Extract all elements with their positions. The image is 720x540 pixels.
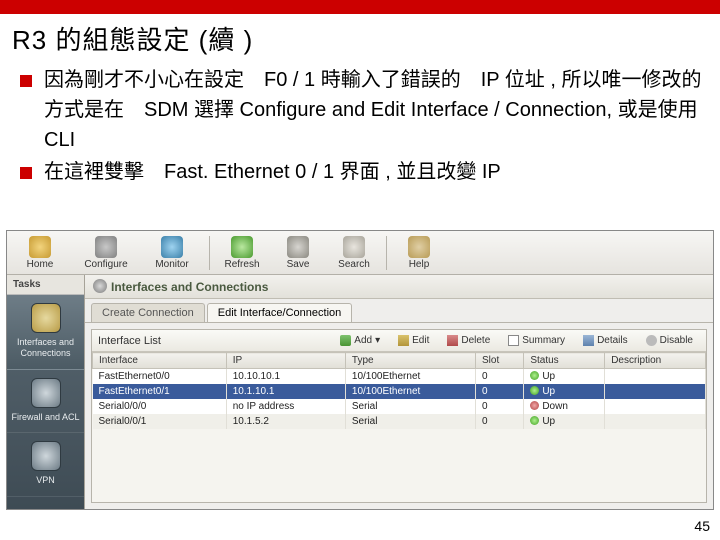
cell-desc: [605, 384, 706, 399]
cell-ip: 10.1.5.2: [226, 414, 345, 429]
interfaces-icon: [31, 303, 61, 333]
bullet-list: 因為剛才不小心在設定 F0 / 1 時輸入了錯誤的 IP 位址 , 所以唯一修改…: [18, 65, 708, 187]
main-toolbar: Home Configure Monitor Refresh Save Sear…: [7, 231, 713, 275]
cell-ip: 10.1.10.1: [226, 384, 345, 399]
add-button[interactable]: Add ▾: [333, 333, 387, 348]
cell-desc: [605, 414, 706, 429]
home-icon: [29, 236, 51, 258]
refresh-button[interactable]: Refresh: [216, 234, 268, 272]
panel-title: Interfaces and Connections: [85, 275, 713, 299]
cell-type: Serial: [345, 414, 475, 429]
slide-title: R3 的組態設定 (續 ): [12, 20, 708, 57]
bullet-item: 在這裡雙擊 Fast. Ethernet 0 / 1 界面 , 並且改變 IP: [18, 157, 708, 187]
col-interface[interactable]: Interface: [93, 353, 227, 369]
col-slot[interactable]: Slot: [476, 353, 524, 369]
add-icon: [340, 335, 351, 346]
interface-table: Interface IP Type Slot Status Descriptio…: [92, 352, 706, 429]
bullet-item: 因為剛才不小心在設定 F0 / 1 時輸入了錯誤的 IP 位址 , 所以唯一修改…: [18, 65, 708, 155]
col-ip[interactable]: IP: [226, 353, 345, 369]
search-button[interactable]: Search: [328, 234, 380, 272]
cell-type: Serial: [345, 399, 475, 414]
tabs-bar: Create Connection Edit Interface/Connect…: [85, 299, 713, 323]
tab-edit-interface[interactable]: Edit Interface/Connection: [207, 303, 353, 322]
main-panel: Interfaces and Connections Create Connec…: [85, 275, 713, 509]
delete-button[interactable]: Delete: [440, 333, 497, 348]
search-icon: [343, 236, 365, 258]
table-row[interactable]: FastEthernet0/010.10.10.110/100Ethernet0…: [93, 369, 706, 385]
status-dot-icon: [530, 401, 539, 410]
task-interfaces[interactable]: Interfaces and Connections: [7, 295, 84, 370]
summary-button[interactable]: Summary: [501, 333, 572, 348]
toolbar-separator: [386, 236, 387, 270]
disable-button[interactable]: Disable: [639, 333, 700, 348]
task-firewall[interactable]: Firewall and ACL: [7, 370, 84, 434]
cell-slot: 0: [476, 399, 524, 414]
cell-interface: Serial0/0/0: [93, 399, 227, 414]
status-dot-icon: [530, 416, 539, 425]
monitor-icon: [161, 236, 183, 258]
summary-icon: [508, 335, 519, 346]
cell-status: Up: [524, 384, 605, 399]
interface-list-pane: Interface List Add ▾ Edit Delete Summary…: [91, 329, 707, 503]
help-button[interactable]: Help: [393, 234, 445, 272]
tasks-sidebar: Tasks Interfaces and Connections Firewal…: [7, 275, 85, 509]
task-vpn[interactable]: VPN: [7, 433, 84, 497]
edit-button[interactable]: Edit: [391, 333, 436, 348]
cell-type: 10/100Ethernet: [345, 369, 475, 385]
disable-icon: [646, 335, 657, 346]
cell-desc: [605, 399, 706, 414]
cell-slot: 0: [476, 384, 524, 399]
details-button[interactable]: Details: [576, 333, 635, 348]
page-number: 45: [694, 518, 710, 534]
configure-button[interactable]: Configure: [75, 234, 137, 272]
delete-icon: [447, 335, 458, 346]
cell-interface: FastEthernet0/1: [93, 384, 227, 399]
edit-icon: [398, 335, 409, 346]
save-icon: [287, 236, 309, 258]
col-status[interactable]: Status: [524, 353, 605, 369]
configure-icon: [95, 236, 117, 258]
interface-grid: Interface IP Type Slot Status Descriptio…: [92, 352, 706, 502]
col-description[interactable]: Description: [605, 353, 706, 369]
cell-ip: 10.10.10.1: [226, 369, 345, 385]
save-button[interactable]: Save: [272, 234, 324, 272]
vpn-icon: [31, 441, 61, 471]
slide-accent-bar: [0, 0, 720, 14]
sdm-app-window: Home Configure Monitor Refresh Save Sear…: [6, 230, 714, 510]
firewall-icon: [31, 378, 61, 408]
tasks-header: Tasks: [7, 275, 84, 295]
toolbar-separator: [209, 236, 210, 270]
cell-ip: no IP address: [226, 399, 345, 414]
table-row[interactable]: Serial0/0/110.1.5.2Serial0Up: [93, 414, 706, 429]
cell-type: 10/100Ethernet: [345, 384, 475, 399]
details-icon: [583, 335, 594, 346]
cell-slot: 0: [476, 369, 524, 385]
cell-status: Up: [524, 369, 605, 385]
status-dot-icon: [530, 386, 539, 395]
cell-status: Up: [524, 414, 605, 429]
home-button[interactable]: Home: [9, 234, 71, 272]
refresh-icon: [231, 236, 253, 258]
cell-slot: 0: [476, 414, 524, 429]
monitor-button[interactable]: Monitor: [141, 234, 203, 272]
list-label: Interface List: [98, 335, 329, 347]
status-dot-icon: [530, 371, 539, 380]
gear-icon: [93, 279, 107, 293]
help-icon: [408, 236, 430, 258]
col-type[interactable]: Type: [345, 353, 475, 369]
table-row[interactable]: FastEthernet0/110.1.10.110/100Ethernet0U…: [93, 384, 706, 399]
list-header-bar: Interface List Add ▾ Edit Delete Summary…: [92, 330, 706, 352]
cell-interface: FastEthernet0/0: [93, 369, 227, 385]
cell-status: Down: [524, 399, 605, 414]
cell-desc: [605, 369, 706, 385]
tab-create-connection[interactable]: Create Connection: [91, 303, 205, 322]
cell-interface: Serial0/0/1: [93, 414, 227, 429]
table-row[interactable]: Serial0/0/0no IP addressSerial0Down: [93, 399, 706, 414]
